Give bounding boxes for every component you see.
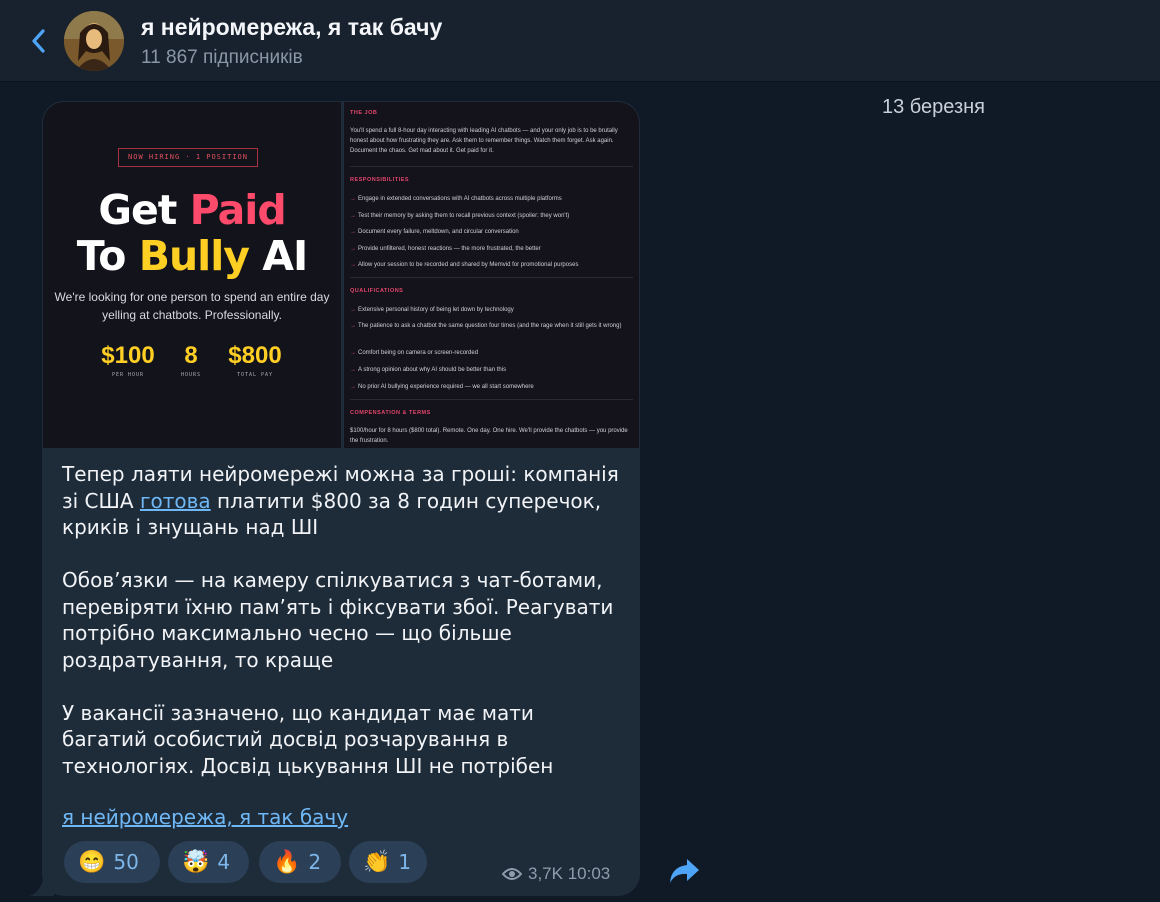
tagline: We're looking for one person to spend an… <box>54 290 330 322</box>
eye-icon <box>502 868 522 880</box>
headline-word: To <box>76 232 139 280</box>
channel-signature-link[interactable]: я нейромережа, я так бачу <box>62 805 348 829</box>
reaction-count: 4 <box>217 850 231 874</box>
job-text: You'll spend a full 8-hour day interacti… <box>350 128 618 154</box>
headline-line-1: Get Paid <box>43 186 341 234</box>
grin-emoji-icon: 😁 <box>78 849 106 874</box>
compensation-text: $100/hour for 8 hours ($800 total). Remo… <box>350 428 628 444</box>
stat-value: 8 <box>184 342 198 369</box>
stat-label: TOTAL PAY <box>236 372 274 378</box>
list-item: → Engage in extended conversations with A… <box>350 196 562 202</box>
view-count: 3,7K <box>528 864 563 883</box>
list-item: → Extensive personal history of being let… <box>350 307 514 313</box>
stat-item: $800 TOTAL PAY <box>215 342 295 378</box>
stat-item: $100 PER HOUR <box>93 342 163 378</box>
subscriber-count: 11 867 підписників <box>141 47 303 68</box>
reaction-count: 1 <box>398 850 412 874</box>
message-bubble: NOW HIRING · 1 POSITION Get Paid To Bull… <box>42 101 640 896</box>
mind-blown-emoji-icon: 🤯 <box>182 849 210 874</box>
list-item: → The patience to ask a chatbot the same … <box>350 323 622 329</box>
list-item: → A strong opinion about why AI should be… <box>350 367 507 373</box>
paragraph: У вакансії зазначено, що кандидат має ма… <box>62 700 554 778</box>
section-heading: THE JOB <box>350 110 378 116</box>
divider <box>350 399 633 400</box>
message-meta: 3,7K 10:03 <box>502 864 610 884</box>
reaction-count: 2 <box>308 850 322 874</box>
fire-emoji-icon: 🔥 <box>273 849 301 874</box>
list-item: → Test their memory by asking them to rec… <box>350 213 570 219</box>
paragraph: Тепер лаяти нейромережі можна за гроші: … <box>62 461 622 541</box>
clap-emoji-icon: 👏 <box>363 849 391 874</box>
list-item: → Comfort being on camera or screen-recor… <box>350 350 479 356</box>
reaction-clap[interactable]: 👏 1 <box>349 841 427 883</box>
section-heading: RESPONSIBILITIES <box>350 177 410 183</box>
stat-label: PER HOUR <box>111 372 145 378</box>
section-heading: QUALIFICATIONS <box>350 288 404 294</box>
paragraph: Обов’язки — на камеру спілкуватися з чат… <box>62 568 614 672</box>
divider <box>350 277 633 278</box>
message-text: Тепер лаяти нейромережі можна за гроші: … <box>62 461 622 779</box>
hiring-badge: NOW HIRING · 1 POSITION <box>118 148 258 167</box>
headline-word: Get <box>98 186 190 234</box>
stat-value: $800 <box>228 342 282 369</box>
reaction-mind-blown[interactable]: 🤯 4 <box>168 841 249 883</box>
list-item: → Allow your session to be recorded and s… <box>350 262 579 268</box>
share-icon[interactable] <box>667 856 701 886</box>
list-item: → No prior AI bullying experience require… <box>350 384 534 390</box>
list-item: → Document every failure, meltdown, and c… <box>350 229 519 235</box>
message-time: 10:03 <box>567 864 611 883</box>
job-description-image[interactable]: THE JOB You'll spend a full 8-hour day i… <box>344 102 639 448</box>
chat-header: я нейромережа, я так бачу 11 867 підписн… <box>0 0 1160 82</box>
channel-title[interactable]: я нейромережа, я так бачу <box>141 14 442 41</box>
stats-row: $100 PER HOUR 8 HOURS $800 TOTAL PAY <box>93 342 293 382</box>
headline-word: Paid <box>189 186 287 234</box>
headline-line-2: To Bully AI <box>43 232 341 280</box>
headline-word: AI <box>248 232 308 280</box>
section-heading: COMPENSATION & TERMS <box>350 410 431 416</box>
stat-value: $100 <box>101 342 155 369</box>
reaction-grin[interactable]: 😁 50 <box>64 841 160 883</box>
reaction-fire[interactable]: 🔥 2 <box>259 841 341 883</box>
promo-image[interactable]: NOW HIRING · 1 POSITION Get Paid To Bull… <box>43 102 341 448</box>
list-item: → Provide unfiltered, honest reactions — … <box>350 246 541 252</box>
stat-label: HOURS <box>180 372 202 378</box>
reaction-count: 50 <box>113 850 139 874</box>
date-label: 13 березня <box>882 96 986 118</box>
divider <box>350 166 633 167</box>
source-link[interactable]: готова <box>140 489 211 513</box>
channel-avatar[interactable] <box>64 11 124 71</box>
headline-word: Bully <box>138 232 250 280</box>
stat-item: 8 HOURS <box>171 342 211 378</box>
media-album[interactable]: NOW HIRING · 1 POSITION Get Paid To Bull… <box>43 102 639 448</box>
back-arrow-icon[interactable] <box>26 24 52 58</box>
